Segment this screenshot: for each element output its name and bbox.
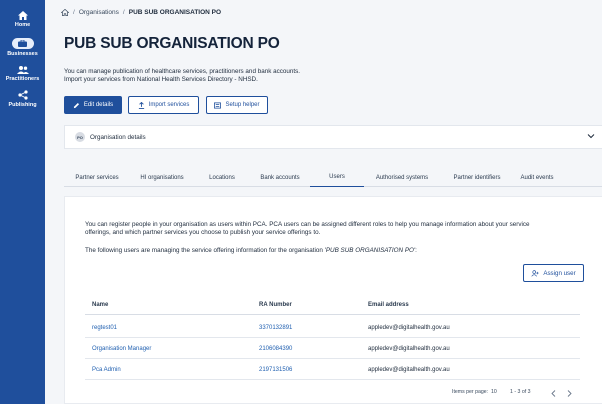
tab-locations[interactable]: Locations bbox=[202, 168, 242, 187]
organisation-details-panel[interactable]: PO Organisation details bbox=[64, 125, 602, 149]
table-row: Pca Admin 2197131506 appledev@digitalhea… bbox=[85, 359, 580, 380]
column-header-ra-number[interactable]: RA Number bbox=[259, 295, 292, 315]
users-table-header: Name RA Number Email address bbox=[85, 295, 580, 315]
tab-partner-identifiers[interactable]: Partner identifiers bbox=[444, 168, 510, 187]
intro-line: You can manage publication of healthcare… bbox=[64, 68, 301, 75]
breadcrumb-separator: / bbox=[122, 8, 125, 16]
page-range: 1 - 3 of 3 bbox=[510, 389, 531, 395]
table-row: regtest01 3370132891 appledev@digitalhea… bbox=[85, 317, 580, 338]
sidebar-item-label: Home bbox=[14, 22, 31, 28]
column-header-name[interactable]: Name bbox=[92, 295, 108, 315]
page-title: PUB SUB ORGANISATION PO bbox=[64, 35, 280, 52]
tab-bar: Partner services HI organisations Locati… bbox=[64, 168, 602, 187]
home-icon bbox=[17, 11, 28, 20]
import-services-label: Import services bbox=[148, 102, 190, 108]
practitioners-icon bbox=[16, 66, 29, 74]
items-per-page-select[interactable]: 10 bbox=[491, 389, 497, 395]
user-ra-number-link[interactable]: 3370132891 bbox=[259, 317, 292, 338]
assign-user-button[interactable]: Assign user bbox=[523, 264, 584, 282]
list-icon bbox=[214, 101, 222, 109]
sidebar-item-home[interactable]: Home bbox=[0, 11, 45, 28]
column-header-email[interactable]: Email address bbox=[368, 295, 409, 315]
sidebar-item-publishing[interactable]: Publishing bbox=[0, 90, 45, 108]
import-services-button[interactable]: Import services bbox=[128, 96, 199, 114]
table-row: Organisation Manager 2106084390 appledev… bbox=[85, 338, 580, 359]
user-name-link[interactable]: Organisation Manager bbox=[92, 338, 151, 359]
tab-partner-services[interactable]: Partner services bbox=[64, 168, 130, 187]
user-name-link[interactable]: Pca Admin bbox=[92, 359, 121, 380]
sidebar-item-practitioners[interactable]: Practitioners bbox=[0, 66, 45, 82]
chevron-down-icon[interactable] bbox=[587, 133, 595, 139]
tab-audit-events[interactable]: Audit events bbox=[516, 168, 558, 187]
businesses-icon bbox=[18, 40, 27, 47]
user-email: appledev@digitalhealth.gov.au bbox=[368, 324, 450, 331]
breadcrumb: / Organisations / PUB SUB ORGANISATION P… bbox=[61, 7, 221, 17]
users-card: You can register people in your organisa… bbox=[64, 196, 602, 404]
managing-org-name: 'PUB SUB ORGANISATION PO' bbox=[324, 247, 416, 254]
tab-hi-organisations[interactable]: HI organisations bbox=[132, 168, 192, 187]
main-content: / Organisations / PUB SUB ORGANISATION P… bbox=[45, 0, 602, 404]
user-ra-number-link[interactable]: 2197131506 bbox=[259, 359, 292, 380]
sidebar-item-businesses[interactable]: Businesses bbox=[0, 38, 45, 57]
chevron-right-icon[interactable] bbox=[567, 390, 572, 397]
upload-icon bbox=[138, 101, 144, 109]
breadcrumb-organisations[interactable]: Organisations bbox=[79, 9, 119, 16]
add-user-icon bbox=[531, 269, 539, 277]
intro-line: Import your services from National Healt… bbox=[64, 76, 258, 83]
home-icon[interactable] bbox=[61, 8, 69, 16]
assign-user-label: Assign user bbox=[543, 269, 576, 277]
edit-details-label: Edit details bbox=[83, 102, 114, 108]
breadcrumb-current: PUB SUB ORGANISATION PO bbox=[128, 8, 222, 16]
breadcrumb-separator: / bbox=[73, 8, 75, 16]
tab-users[interactable]: Users bbox=[310, 168, 364, 187]
paginator: Items per page: 10 1 - 3 of 3 bbox=[85, 389, 580, 399]
sidebar-item-label: Practitioners bbox=[5, 76, 40, 82]
user-name-link[interactable]: regtest01 bbox=[92, 317, 117, 338]
users-description: You can register people in your organisa… bbox=[85, 221, 580, 237]
organisation-details-label: Organisation details bbox=[90, 133, 146, 141]
managing-prefix: The following users are managing the ser… bbox=[85, 247, 325, 254]
setup-helper-button[interactable]: Setup helper bbox=[206, 96, 268, 114]
description-line: You can register people in your organisa… bbox=[85, 221, 530, 228]
managing-suffix: : bbox=[415, 247, 417, 254]
tab-authorised-systems[interactable]: Authorised systems bbox=[368, 168, 436, 187]
items-per-page-label: Items per page: bbox=[452, 389, 489, 395]
sidebar: Home Businesses Practitioners Publishing bbox=[0, 0, 45, 404]
edit-details-button[interactable]: Edit details bbox=[64, 96, 122, 114]
chevron-left-icon[interactable] bbox=[551, 390, 556, 397]
description-line: offerings, and which partner services yo… bbox=[85, 229, 321, 236]
page-intro: You can manage publication of healthcare… bbox=[64, 68, 384, 84]
managing-users-text: The following users are managing the ser… bbox=[85, 247, 585, 255]
pencil-icon bbox=[73, 102, 79, 108]
user-ra-number-link[interactable]: 2106084390 bbox=[259, 338, 292, 359]
share-icon bbox=[17, 90, 28, 100]
sidebar-item-label: Businesses bbox=[7, 51, 38, 57]
user-email: appledev@digitalhealth.gov.au bbox=[368, 366, 450, 373]
setup-helper-label: Setup helper bbox=[225, 102, 260, 108]
tab-bank-accounts[interactable]: Bank accounts bbox=[252, 168, 308, 187]
user-email: appledev@digitalhealth.gov.au bbox=[368, 345, 450, 352]
org-avatar: PO bbox=[75, 132, 85, 142]
sidebar-item-label: Publishing bbox=[8, 102, 37, 108]
